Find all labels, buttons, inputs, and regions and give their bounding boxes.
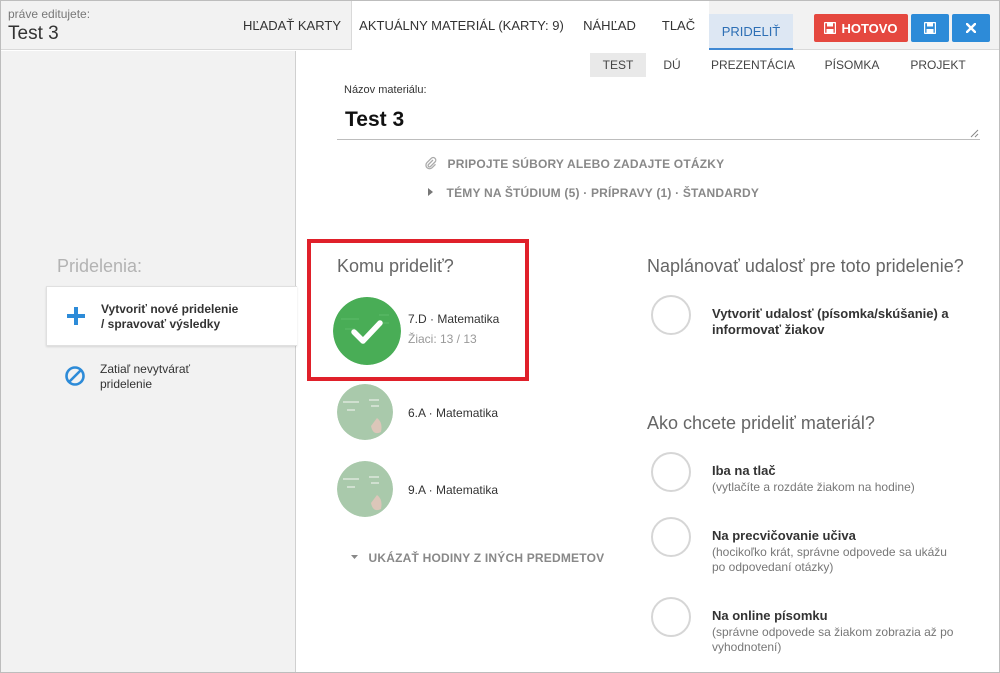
tab-search-cards[interactable]: HĽADAŤ KARTY bbox=[233, 1, 351, 50]
caret-right-icon bbox=[428, 188, 433, 196]
type-tab-project[interactable]: PROJEKT bbox=[898, 53, 978, 77]
mode-online-exam-title: Na online písomku bbox=[712, 608, 828, 623]
plus-icon bbox=[67, 307, 85, 325]
class-name: 6.A · Matematika bbox=[408, 406, 499, 420]
assign-mode-title: Ako chcete prideliť materiál? bbox=[647, 413, 875, 433]
type-tab-written-exam[interactable]: PÍSOMKA bbox=[814, 53, 890, 77]
class-name: 9.A · Matematika bbox=[408, 483, 499, 497]
paperclip-icon bbox=[425, 156, 437, 170]
show-other-subjects-link[interactable]: UKÁZAŤ HODINY Z INÝCH PREDMETOV bbox=[350, 551, 604, 565]
mode-print-radio[interactable] bbox=[651, 452, 691, 492]
assignments-sidebar: Pridelenia: Vytvoriť nové pridelenie / s… bbox=[1, 51, 297, 672]
create-event-label: Vytvoriť udalosť (písomka/skúšanie) a in… bbox=[712, 306, 949, 337]
mode-online-exam-desc: (správne odpovede sa žiakom zobrazia až … bbox=[712, 625, 954, 654]
done-label: HOTOVO bbox=[841, 20, 898, 36]
caret-down-icon bbox=[351, 555, 358, 559]
sidebar-item-label: Zatiaľ nevytvárať pridelenie bbox=[100, 362, 191, 391]
mode-online-exam-radio[interactable] bbox=[651, 597, 691, 637]
resize-grip-icon[interactable] bbox=[969, 128, 979, 138]
tab-assign[interactable]: PRIDELIŤ bbox=[709, 14, 793, 50]
schedule-event-title: Naplánovať udalosť pre toto pridelenie? bbox=[647, 256, 964, 276]
create-event-radio[interactable] bbox=[651, 295, 691, 335]
class-students-count: Žiaci: 13 / 13 bbox=[408, 332, 477, 346]
sidebar-item-create-assignment[interactable]: Vytvoriť nové pridelenie / spravovať výs… bbox=[46, 286, 297, 346]
save-button[interactable] bbox=[911, 14, 949, 42]
material-name-label: Názov materiálu: bbox=[344, 84, 427, 96]
floppy-icon bbox=[824, 22, 837, 34]
tab-print[interactable]: TLAČ bbox=[648, 1, 709, 50]
type-tab-presentation[interactable]: PREZENTÁCIA bbox=[698, 53, 808, 77]
ban-icon bbox=[65, 366, 85, 386]
type-tab-homework[interactable]: DÚ bbox=[652, 53, 692, 77]
mode-practice-desc: (hocikoľko krát, správne odpovede sa uká… bbox=[712, 545, 947, 574]
material-name-input[interactable] bbox=[337, 100, 980, 140]
editing-label: práve editujete: bbox=[8, 7, 91, 21]
document-title: Test 3 bbox=[8, 23, 59, 44]
sidebar-item-label: Vytvoriť nové pridelenie / spravovať výs… bbox=[101, 302, 239, 331]
close-button[interactable] bbox=[952, 14, 990, 42]
floppy-icon bbox=[924, 22, 936, 34]
top-bar: práve editujete: Test 3 HĽADAŤ KARTY AKT… bbox=[1, 1, 999, 50]
mode-practice-radio[interactable] bbox=[651, 517, 691, 557]
mode-print-title: Iba na tlač bbox=[712, 463, 776, 478]
class-avatar-icon bbox=[337, 384, 393, 440]
done-button[interactable]: HOTOVO bbox=[814, 14, 908, 42]
tab-preview[interactable]: NÁHĽAD bbox=[571, 1, 648, 50]
topics-link[interactable]: TÉMY NA ŠTÚDIUM (5) · PRÍPRAVY (1) · ŠTA… bbox=[427, 186, 759, 200]
sidebar-item-no-assignment[interactable]: Zatiaľ nevytvárať pridelenie bbox=[46, 347, 297, 407]
class-avatar-checked-icon bbox=[333, 297, 401, 365]
type-tab-test[interactable]: TEST bbox=[590, 53, 646, 77]
mode-print-desc: (vytlačíte a rozdáte žiakom na hodine) bbox=[712, 480, 915, 494]
sidebar-title: Pridelenia: bbox=[57, 256, 143, 276]
mode-practice-title: Na precvičovanie učiva bbox=[712, 528, 856, 543]
close-icon bbox=[966, 23, 976, 33]
class-avatar-icon bbox=[337, 461, 393, 517]
class-name: 7.D · Matematika bbox=[408, 312, 500, 326]
tab-current-material[interactable]: AKTUÁLNY MATERIÁL (KARTY: 9) bbox=[351, 1, 571, 50]
attach-files-link[interactable]: PRIPOJTE SÚBORY ALEBO ZADAJTE OTÁZKY bbox=[424, 156, 724, 171]
